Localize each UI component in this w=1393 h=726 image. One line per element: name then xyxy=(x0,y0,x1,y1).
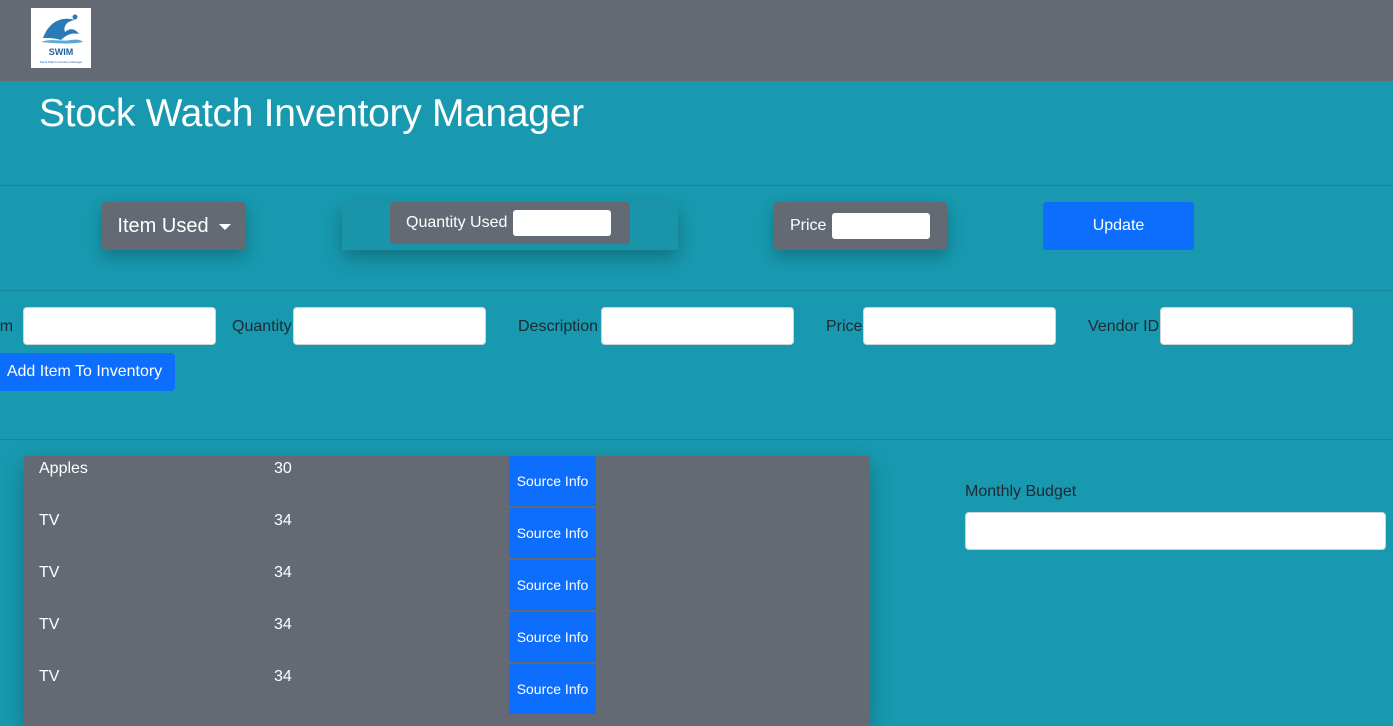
divider xyxy=(0,185,1393,186)
monthly-budget-label: Monthly Budget xyxy=(965,483,1077,500)
price-field[interactable] xyxy=(863,307,1056,345)
item-quantity: 34 xyxy=(274,512,292,529)
item-used-label: Item Used xyxy=(117,214,209,237)
price-used-group: Price xyxy=(774,202,947,250)
svg-text:Stock Watch Inventory Manager: Stock Watch Inventory Manager xyxy=(40,60,83,64)
table-row: TV 34 Source Info xyxy=(24,664,870,716)
caret-down-icon xyxy=(218,224,231,230)
source-info-button[interactable]: Source Info xyxy=(509,664,596,714)
source-info-button[interactable]: Source Info xyxy=(509,612,596,662)
price-used-input[interactable] xyxy=(832,213,931,239)
source-info-button[interactable]: Source Info xyxy=(509,508,596,558)
item-field-label: Item xyxy=(0,318,14,335)
item-quantity: 34 xyxy=(274,564,292,581)
item-quantity: 30 xyxy=(274,460,292,477)
svg-text:SWIM: SWIM xyxy=(49,47,74,57)
item-used-dropdown[interactable]: Item Used xyxy=(102,202,246,250)
divider xyxy=(0,439,1393,440)
monthly-budget-input[interactable] xyxy=(965,512,1386,550)
table-row: Apples 30 Source Info xyxy=(24,456,870,508)
quantity-field-label: Quantity xyxy=(232,318,292,335)
quantity-used-input[interactable] xyxy=(513,210,612,236)
source-info-button[interactable]: Source Info xyxy=(509,456,596,506)
item-name: TV xyxy=(39,512,60,529)
update-button[interactable]: Update xyxy=(1043,202,1194,250)
table-row: TV 34 Source Info xyxy=(24,612,870,664)
wave-logo-icon: SWIM Stock Watch Inventory Manager xyxy=(40,14,83,64)
divider xyxy=(0,290,1393,291)
price-used-label: Price xyxy=(790,217,827,234)
item-quantity: 34 xyxy=(274,616,292,633)
item-name: TV xyxy=(39,616,60,633)
inventory-table: Apples 30 Source Info TV 34 Source Info … xyxy=(24,456,870,726)
quantity-used-label: Quantity Used xyxy=(406,214,508,231)
item-field[interactable] xyxy=(23,307,216,345)
item-name: TV xyxy=(39,668,60,685)
item-name: TV xyxy=(39,564,60,581)
vendor-id-field[interactable] xyxy=(1160,307,1353,345)
source-info-button[interactable]: Source Info xyxy=(509,560,596,610)
quantity-used-group: Quantity Used xyxy=(390,202,630,244)
vendor-id-field-label: Vendor ID xyxy=(1088,318,1160,335)
price-field-label: Price xyxy=(826,318,863,335)
item-quantity: 34 xyxy=(274,668,292,685)
table-row: TV 34 Source Info xyxy=(24,560,870,612)
table-row: TV 34 Source Info xyxy=(24,508,870,560)
page-title: Stock Watch Inventory Manager xyxy=(39,92,584,135)
add-item-button[interactable]: Add Item To Inventory xyxy=(0,353,175,391)
description-field[interactable] xyxy=(601,307,794,345)
quantity-field[interactable] xyxy=(293,307,486,345)
item-name: Apples xyxy=(39,460,88,477)
swim-logo[interactable]: SWIM Stock Watch Inventory Manager xyxy=(31,8,91,68)
top-navbar: SWIM Stock Watch Inventory Manager xyxy=(0,0,1393,81)
description-field-label: Description xyxy=(518,318,599,335)
